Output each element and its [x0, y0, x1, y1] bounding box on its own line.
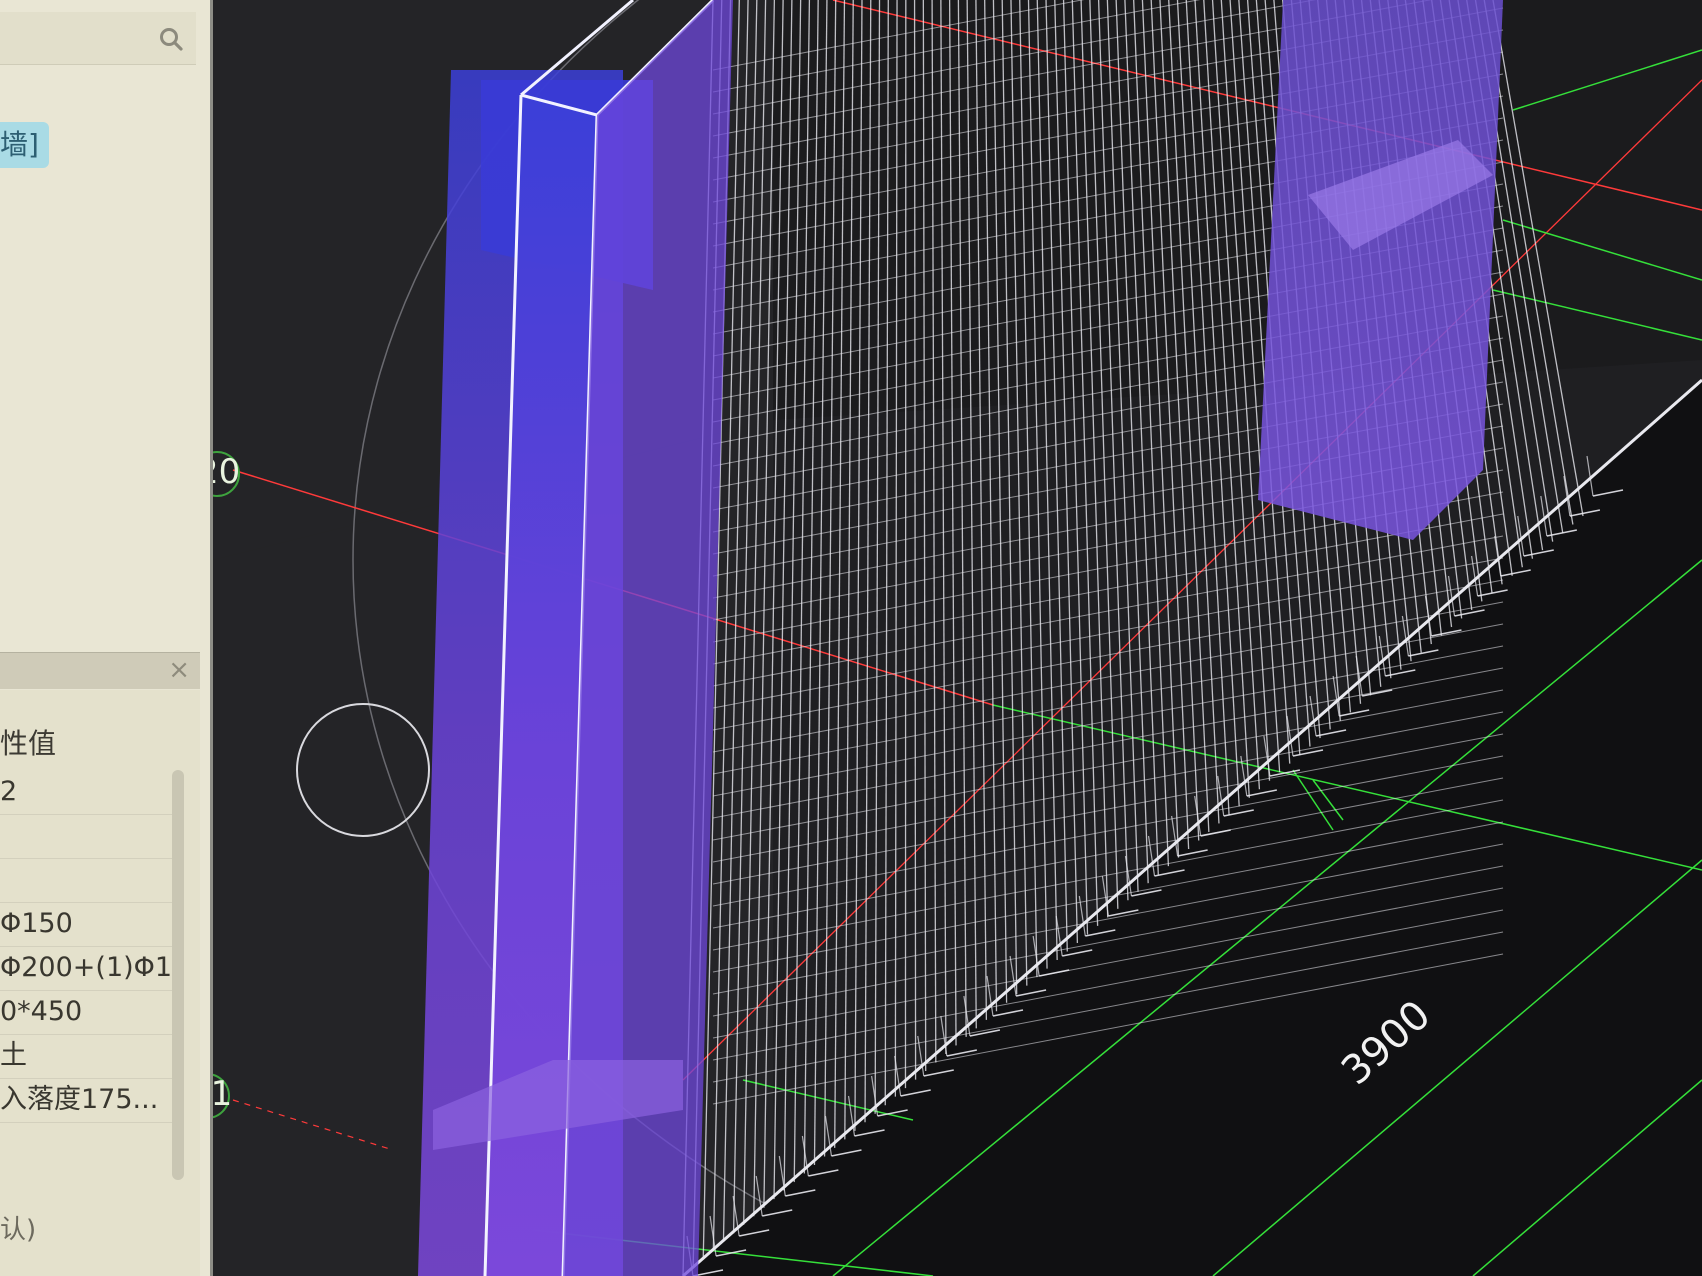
property-panel: 性值 2 Φ150 Φ200+(1)Φ1 0*450 土 入落度175... 认… — [0, 690, 200, 1276]
property-value: 土 — [0, 1040, 27, 1071]
column-right[interactable] — [1258, 0, 1503, 540]
property-value: 2 — [0, 776, 18, 807]
property-value: 入落度175... — [0, 1084, 159, 1115]
close-icon[interactable]: × — [168, 655, 190, 685]
property-footer: 认) — [0, 1215, 37, 1245]
property-row[interactable]: Φ200+(1)Φ1 — [0, 946, 172, 991]
property-value-header: 性值 — [0, 727, 57, 760]
property-row[interactable]: 0*450 — [0, 990, 172, 1035]
panel-splitter[interactable]: × — [0, 652, 200, 689]
property-value: Φ200+(1)Φ1 — [0, 952, 172, 983]
3d-viewport[interactable]: 20 21 3900 — [213, 0, 1702, 1276]
model-canvas[interactable] — [213, 0, 1702, 1276]
axis-label-21: 21 — [213, 1074, 233, 1114]
property-row[interactable]: 入落度175... — [0, 1078, 172, 1123]
left-sidebar: 墙] × 性值 2 Φ150 Φ200+(1)Φ1 0*450 土 入落度175… — [0, 0, 213, 1276]
search-icon[interactable] — [158, 26, 184, 52]
property-row[interactable] — [0, 858, 172, 903]
axis-label-20: 20 — [213, 452, 241, 492]
property-row[interactable]: Φ150 — [0, 902, 172, 947]
property-value: Φ150 — [0, 908, 73, 939]
layer-tag[interactable]: 墙] — [0, 122, 49, 168]
property-row[interactable]: 土 — [0, 1034, 172, 1079]
search-input[interactable] — [0, 12, 196, 65]
property-row[interactable] — [0, 814, 172, 859]
property-row[interactable]: 2 — [0, 770, 172, 815]
property-value: 0*450 — [0, 996, 83, 1027]
property-scrollbar[interactable] — [172, 770, 184, 1180]
